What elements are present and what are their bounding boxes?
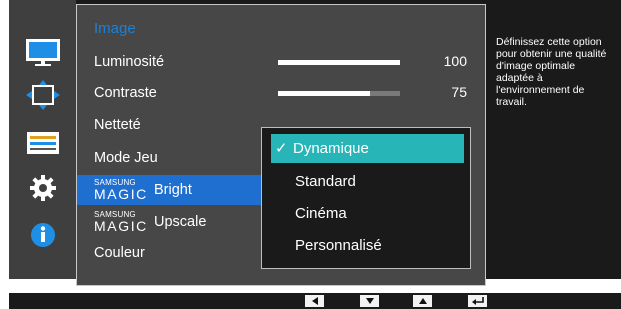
menu-item-couleur[interactable]: Couleur (77, 238, 263, 268)
option-label: Standard (295, 173, 356, 190)
menu-item-label: Mode Jeu (94, 150, 158, 166)
luminosite-slider[interactable] (278, 60, 400, 65)
option-cinema[interactable]: Cinéma (271, 199, 464, 228)
help-text: Définissez cette option pour obtenir une… (496, 36, 607, 108)
option-personnalise[interactable]: Personnalisé (271, 231, 464, 260)
menu-item-magic-upscale[interactable]: SAMSUNG MAGIC Upscale (77, 207, 263, 237)
menu-item-magic-bright[interactable]: SAMSUNG MAGIC Bright (77, 175, 263, 205)
monitor-icon[interactable] (24, 37, 62, 67)
luminosite-value: 100 (443, 53, 467, 69)
menu-item-nettete[interactable]: Netteté (77, 110, 263, 140)
menu-item-label: Bright (154, 182, 192, 198)
menu-list-icon[interactable] (24, 128, 62, 158)
menu-item-label: Luminosité (94, 54, 165, 70)
up-arrow-icon[interactable] (413, 295, 432, 307)
luminosite-slider-fill (278, 60, 400, 65)
option-label: Personnalisé (295, 237, 382, 254)
navigation-bar (9, 293, 621, 309)
left-arrow-icon[interactable] (305, 295, 324, 307)
magic-bright-submenu: ✓ Dynamique Standard Cinéma Personnalisé (261, 127, 471, 269)
option-label: Cinéma (295, 205, 347, 222)
option-dynamique[interactable]: ✓ Dynamique (271, 134, 464, 163)
menu-item-contraste[interactable]: Contraste (77, 78, 263, 108)
menu-item-label: Netteté (94, 117, 141, 133)
contraste-value: 75 (451, 84, 467, 100)
menu-item-label: Contraste (94, 85, 157, 101)
menu-title: Image (94, 20, 136, 37)
menu-item-label: Couleur (94, 245, 145, 261)
category-icon-column (9, 0, 76, 279)
info-icon[interactable] (24, 220, 62, 250)
menu-item-label: Upscale (154, 214, 207, 230)
contraste-slider-fill (278, 91, 370, 96)
enter-icon[interactable] (468, 295, 487, 307)
move-arrows-icon[interactable] (24, 80, 62, 110)
checkmark-icon: ✓ (275, 140, 288, 157)
magic-brand-text: MAGIC (94, 218, 148, 234)
magic-brand-text: MAGIC (94, 186, 148, 202)
down-arrow-icon[interactable] (360, 295, 379, 307)
gear-icon[interactable] (24, 173, 62, 203)
option-standard[interactable]: Standard (271, 167, 464, 196)
menu-item-luminosite[interactable]: Luminosité (77, 47, 263, 77)
contraste-slider[interactable] (278, 91, 400, 96)
menu-item-mode-jeu[interactable]: Mode Jeu (77, 143, 263, 173)
option-label: Dynamique (293, 140, 369, 157)
